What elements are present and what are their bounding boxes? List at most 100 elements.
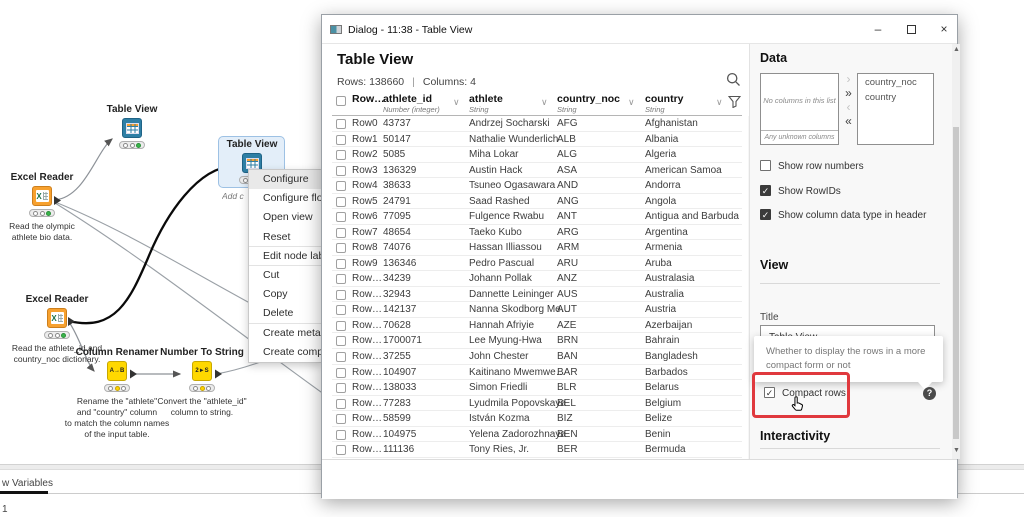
- chevron-down-icon[interactable]: ∨: [541, 97, 548, 108]
- row-checkbox[interactable]: [336, 181, 346, 192]
- table-row[interactable]: Row… 70628 Hannah Afriyie AZE Azerbaijan: [332, 318, 742, 334]
- scroll-up-icon[interactable]: ▲: [953, 46, 960, 53]
- table-row[interactable]: Row7 48654 Taeko Kubo ARG Argentina: [332, 225, 742, 241]
- node-number-to-string[interactable]: Number To String 2►S Convert the "athlet…: [142, 347, 262, 418]
- table-view-node-icon[interactable]: [122, 118, 142, 138]
- column-header-athlete-id[interactable]: athlete_id: [383, 93, 432, 105]
- row-checkbox[interactable]: [336, 429, 346, 440]
- table-row[interactable]: Row1 50147 Nathalie Wunderlich ALB Alban…: [332, 132, 742, 148]
- row-checkbox[interactable]: [336, 445, 346, 456]
- row-checkbox[interactable]: [336, 289, 346, 300]
- context-menu-item[interactable]: Edit node label: [249, 247, 321, 266]
- excel-reader-node-icon[interactable]: X: [32, 186, 52, 206]
- node-annotation-placeholder[interactable]: Add c: [222, 191, 248, 201]
- option-checkbox[interactable]: [760, 209, 771, 220]
- move-columns-button[interactable]: »: [841, 87, 856, 101]
- context-menu-item[interactable]: Open view: [249, 208, 321, 227]
- row-checkbox[interactable]: [336, 383, 346, 394]
- table-row[interactable]: Row… 58599 István Kozma BIZ Belize: [332, 411, 742, 427]
- included-column-item[interactable]: country: [858, 89, 933, 104]
- included-columns-list[interactable]: country_noc country: [857, 73, 934, 145]
- number-to-string-node-icon[interactable]: 2►S: [192, 361, 212, 381]
- option-checkbox[interactable]: [760, 160, 771, 171]
- column-header-country[interactable]: country: [645, 93, 684, 105]
- context-menu-item[interactable]: Delete: [249, 304, 321, 324]
- row-checkbox[interactable]: [336, 398, 346, 409]
- minimize-button[interactable]: –: [870, 22, 886, 38]
- table-row[interactable]: Row… 111136 Tony Ries, Jr. BER Bermuda: [332, 442, 742, 458]
- chevron-down-icon[interactable]: ∨: [716, 97, 723, 108]
- excel-reader-node-icon[interactable]: X: [47, 308, 67, 328]
- column-header-athlete[interactable]: athlete: [469, 93, 503, 105]
- search-icon[interactable]: [726, 72, 741, 92]
- context-menu-item[interactable]: Configure: [249, 170, 321, 190]
- row-checkbox[interactable]: [336, 258, 346, 269]
- column-renamer-node-icon[interactable]: A→B: [107, 361, 127, 381]
- help-icon[interactable]: ?: [923, 387, 936, 400]
- close-button[interactable]: ×: [936, 22, 952, 38]
- option-checkbox[interactable]: [760, 184, 771, 196]
- chevron-down-icon[interactable]: ∨: [628, 97, 635, 108]
- move-columns-button[interactable]: ›: [841, 73, 856, 87]
- row-checkbox[interactable]: [336, 243, 346, 254]
- row-checkbox[interactable]: [336, 227, 346, 238]
- table-row[interactable]: Row9 136346 Pedro Pascual ARU Aruba: [332, 256, 742, 272]
- context-menu-item[interactable]: Reset: [249, 228, 321, 247]
- table-row[interactable]: Row… 104975 Yelena Zadorozhnaya BEN Beni…: [332, 427, 742, 443]
- row-checkbox[interactable]: [336, 351, 346, 362]
- flow-variables-tab[interactable]: w Variables: [2, 478, 53, 489]
- table-row[interactable]: Row5 24791 Saad Rashed ANG Angola: [332, 194, 742, 210]
- table-row[interactable]: Row… 1700071 Lee Myung-Hwa BRN Bahrain: [332, 333, 742, 349]
- row-checkbox[interactable]: [336, 134, 346, 145]
- table-row[interactable]: Row3 136329 Austin Hack ASA American Sam…: [332, 163, 742, 179]
- table-row[interactable]: Row… 138033 Simon Friedli BLR Belarus: [332, 380, 742, 396]
- row-checkbox[interactable]: [336, 196, 346, 207]
- move-columns-button[interactable]: ‹: [841, 101, 856, 115]
- row-checkbox[interactable]: [336, 150, 346, 161]
- filter-icon[interactable]: [727, 95, 742, 113]
- table-row[interactable]: Row0 43737 Andrzej Socharski AFG Afghani…: [332, 116, 742, 132]
- context-menu-item[interactable]: Create componen: [249, 343, 321, 362]
- column-header-country-noc[interactable]: country_noc: [557, 93, 620, 105]
- panel-scrollbar-thumb[interactable]: [953, 127, 959, 439]
- excluded-columns-list[interactable]: No columns in this list Any unknown colu…: [760, 73, 839, 145]
- table-row[interactable]: Row… 142137 Nanna Skodborg Me… AUT Austr…: [332, 302, 742, 318]
- row-checkbox[interactable]: [336, 320, 346, 331]
- column-header-rowid[interactable]: Row…: [352, 93, 385, 105]
- maximize-button[interactable]: [903, 22, 919, 38]
- row-checkbox[interactable]: [336, 305, 346, 316]
- table-row[interactable]: Row8 74076 Hassan Illiassou ARM Armenia: [332, 240, 742, 256]
- table-row[interactable]: Row… 104907 Kaitinano Mwemwe… BAR Barbad…: [332, 365, 742, 381]
- context-menu-item[interactable]: Cut: [249, 266, 321, 285]
- table-row[interactable]: Row4 38633 Tsuneo Ogasawara AND Andorra: [332, 178, 742, 194]
- node-excel-reader-top[interactable]: Excel Reader X Read the olympic athlete …: [0, 172, 102, 243]
- row-checkbox[interactable]: [336, 212, 346, 223]
- row-checkbox[interactable]: [336, 274, 346, 285]
- table-row[interactable]: Row… 32943 Dannette Leininger AUS Austra…: [332, 287, 742, 303]
- cell-athlete: Johann Pollak: [469, 273, 532, 285]
- table-row[interactable]: Row… 34239 Johann Pollak ANZ Australasia: [332, 271, 742, 287]
- table-row[interactable]: Row6 77095 Fulgence Rwabu ANT Antigua an…: [332, 209, 742, 225]
- cell-athlete-id: 32943: [383, 288, 411, 300]
- table-row[interactable]: Row… 37255 John Chester BAN Bangladesh: [332, 349, 742, 365]
- included-column-item[interactable]: country_noc: [858, 74, 933, 89]
- context-menu-item[interactable]: Copy: [249, 285, 321, 304]
- context-menu-item[interactable]: Configure flow va: [249, 189, 321, 208]
- table-row[interactable]: Row2 5085 Miha Lokar ALG Algeria: [332, 147, 742, 163]
- move-columns-button[interactable]: «: [841, 115, 856, 129]
- table-row[interactable]: Row… 77283 Lyudmila Popovskaya BEL Belgi…: [332, 396, 742, 412]
- row-checkbox[interactable]: [336, 367, 346, 378]
- cell-country-noc: BIZ: [557, 413, 573, 425]
- context-menu-item[interactable]: Create metanode: [249, 324, 321, 343]
- hand-cursor: [789, 395, 806, 419]
- select-all-checkbox[interactable]: [336, 96, 346, 106]
- row-checkbox[interactable]: [336, 414, 346, 425]
- chevron-down-icon[interactable]: ∨: [453, 97, 460, 108]
- row-checkbox[interactable]: [336, 119, 346, 129]
- node-table-view-top[interactable]: Table View: [72, 104, 192, 149]
- scroll-down-icon[interactable]: ▼: [953, 447, 960, 454]
- row-checkbox[interactable]: [336, 336, 346, 347]
- dialog-titlebar[interactable]: Dialog - 11:38 - Table View – ×: [322, 15, 957, 44]
- row-checkbox[interactable]: [336, 165, 346, 176]
- compact-rows-checkbox[interactable]: [764, 387, 775, 398]
